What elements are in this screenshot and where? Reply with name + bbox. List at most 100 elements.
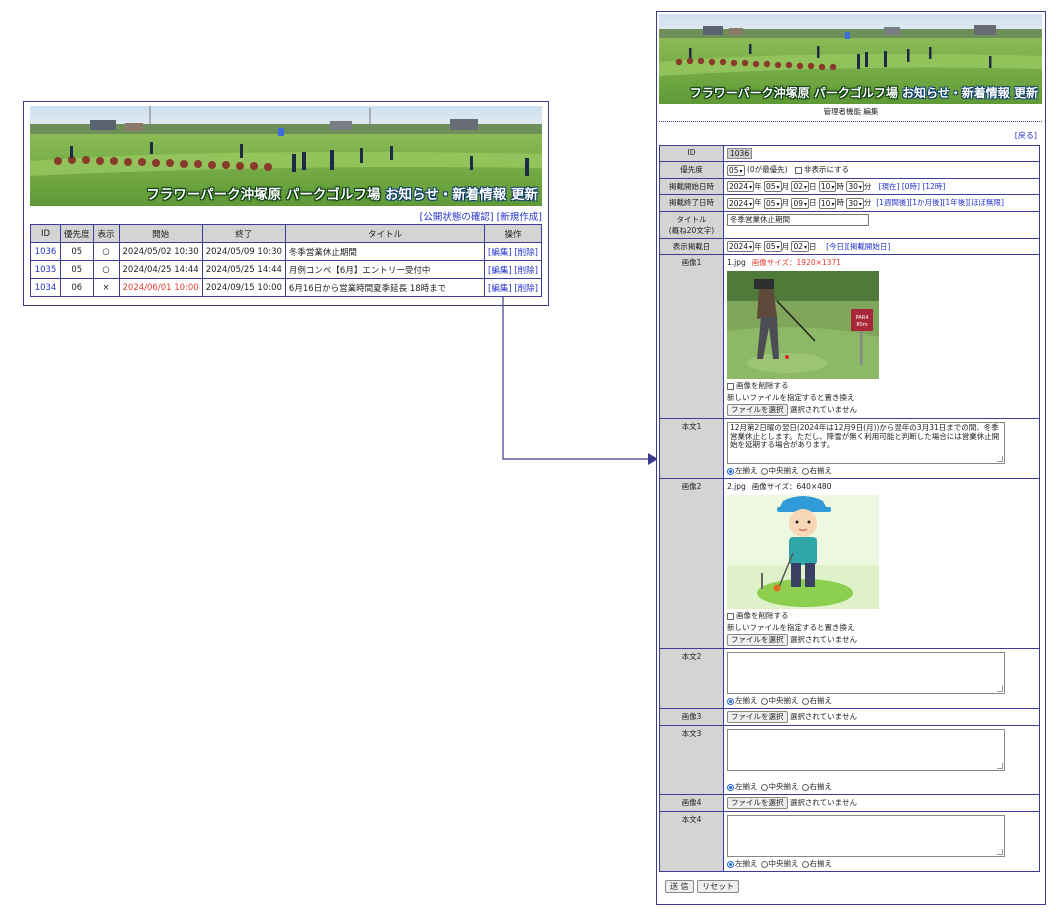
reset-button[interactable]: リセット	[697, 880, 740, 893]
chevron-down-icon: ▾	[739, 167, 743, 175]
back-link[interactable]: [戻る]	[1015, 131, 1037, 140]
start-now-link[interactable]: [現在]	[879, 182, 900, 191]
body1-align-left-radio[interactable]	[727, 467, 734, 475]
row-start: 2024/06/01 10:00	[118, 278, 203, 297]
column-header-priority[interactable]: 優先度	[60, 224, 94, 243]
priority-select[interactable]: 05▾	[727, 164, 745, 176]
align-center-label: 中央揃え	[768, 696, 799, 705]
body1-textarea[interactable]: 12月第2日曜の翌日(2024年は12月9日(月))から翌年の3月31日までの間…	[727, 422, 1005, 464]
end-day-select[interactable]: 09▾	[791, 197, 810, 209]
start-year-select[interactable]: 2024▾	[727, 181, 755, 192]
hide-checkbox[interactable]	[794, 166, 802, 174]
body4-align-left-radio[interactable]	[727, 860, 734, 868]
end-label: 掲載終了日時	[659, 194, 724, 212]
submit-button[interactable]: 送 信	[665, 880, 694, 893]
row-display-status: ○	[92, 242, 120, 261]
end-year-select[interactable]: 2024▾	[727, 197, 755, 209]
image1-file-button[interactable]: ファイルを選択	[727, 404, 788, 416]
row-end: 2024/09/15 10:00	[201, 278, 286, 297]
image3-no-file: 選択されていません	[789, 712, 857, 721]
start-day-select[interactable]: 02▾	[791, 181, 810, 192]
column-header-end[interactable]: 終了	[201, 224, 286, 243]
end-infinite-link[interactable]: [ほぼ無限]	[968, 198, 1004, 207]
row-display-status: ×	[92, 278, 120, 297]
body4-align-right-radio[interactable]	[801, 860, 809, 868]
header-banner: フラワーパーク沖塚原 パークゴルフ場 お知らせ・新着情報 更新	[659, 14, 1042, 104]
display-start-date-link[interactable]: [掲載開始日]	[847, 242, 890, 251]
body1-align-right-radio[interactable]	[801, 467, 809, 475]
column-header-title[interactable]: タイトル	[284, 224, 486, 243]
column-header-display[interactable]: 表示	[92, 224, 120, 243]
start-0h-link[interactable]: [0時]	[902, 182, 920, 191]
end-minute-select[interactable]: 30▾	[846, 197, 864, 209]
row-id-link[interactable]: 1035	[35, 265, 57, 275]
align-right-label: 右揃え	[809, 696, 833, 705]
row-edit-link[interactable]: [編集]	[488, 284, 512, 294]
row-delete-link[interactable]: [削除]	[514, 284, 538, 294]
body3-textarea[interactable]	[727, 729, 1005, 771]
image1-size: 画像サイズ：1920×1371	[751, 258, 841, 267]
unit-minute: 分	[863, 198, 872, 207]
row-edit-link[interactable]: [編集]	[488, 248, 512, 258]
end-1year-link[interactable]: [1年後]	[942, 198, 968, 207]
table-row: 1036 05 ○ 2024/05/02 10:30 2024/05/09 10…	[30, 242, 542, 261]
image3-file-button[interactable]: ファイルを選択	[727, 711, 788, 723]
image2-file-button[interactable]: ファイルを選択	[727, 634, 788, 646]
banner-title-sub: お知らせ・新着情報 更新	[385, 187, 538, 203]
body1-align-center-radio[interactable]	[760, 467, 768, 475]
display-month-select[interactable]: 05▾	[764, 241, 782, 252]
column-header-start[interactable]: 開始	[118, 224, 203, 243]
align-center-label: 中央揃え	[768, 466, 799, 475]
new-entry-link[interactable]: [新規作成]	[497, 212, 542, 223]
start-hour-select[interactable]: 10▾	[818, 181, 837, 192]
body2-align-right-radio[interactable]	[801, 697, 809, 705]
unit-year: 年	[754, 198, 762, 207]
body4-align-center-radio[interactable]	[760, 860, 768, 868]
body2-textarea[interactable]	[727, 652, 1005, 694]
body2-align-left-radio[interactable]	[727, 697, 734, 705]
form-row-end: 掲載終了日時 2024▾ 年 05▾ 月 09▾ 日 10▾ 時 30▾ 分 [1週間後]…	[659, 194, 1040, 212]
display-day-select[interactable]: 02▾	[791, 241, 810, 252]
row-id-link[interactable]: 1034	[35, 283, 57, 293]
row-delete-link[interactable]: [削除]	[514, 266, 538, 276]
body2-align-center-radio[interactable]	[760, 697, 768, 705]
end-month-select[interactable]: 05▾	[764, 197, 782, 209]
row-id-link[interactable]: 1036	[35, 247, 57, 257]
body3-align-left-radio[interactable]	[727, 783, 734, 791]
row-title: 冬季営業休止期間	[284, 242, 486, 261]
unit-month: 月	[781, 181, 790, 191]
image3-label: 画像3	[659, 708, 724, 726]
form-row-priority: 優先度 05▾ (0が最優先) 非表示にする	[659, 161, 1040, 179]
form-row-display-date: 表示掲載日 2024▾ 年 05▾ 月 02▾ 日 [今日][掲載開始日]	[659, 237, 1040, 255]
body4-textarea[interactable]	[727, 815, 1005, 857]
title-input[interactable]: 冬季営業休止期間	[727, 213, 869, 226]
body3-align-center-radio[interactable]	[760, 783, 768, 791]
body3-align-right-radio[interactable]	[801, 783, 809, 791]
unit-day: 日	[809, 181, 817, 191]
list-actions: [公開状態の確認] [新規作成]	[420, 209, 542, 223]
unit-hour: 時	[836, 198, 844, 207]
form-row-body3: 本文3 左揃え 中央揃え 右揃え	[659, 725, 1040, 795]
start-month-select[interactable]: 05▾	[764, 181, 782, 192]
display-year-select[interactable]: 2024▾	[727, 241, 755, 252]
start-12h-link[interactable]: [12時]	[922, 182, 945, 191]
start-minute-select[interactable]: 30▾	[846, 181, 864, 192]
unit-year: 年	[754, 181, 762, 191]
column-header-id[interactable]: ID	[30, 224, 61, 243]
news-edit-window: フラワーパーク沖塚原 パークゴルフ場 お知らせ・新着情報 更新 管理者機能 編集…	[656, 11, 1046, 905]
row-title: 月例コンペ【6月】エントリー受付中	[284, 260, 486, 279]
align-right-label: 右揃え	[809, 782, 833, 791]
end-1week-link[interactable]: [1週間後]	[876, 198, 909, 207]
row-delete-link[interactable]: [削除]	[514, 248, 538, 258]
image2-label: 画像2	[659, 478, 724, 649]
row-edit-link[interactable]: [編集]	[488, 266, 512, 276]
image4-file-button[interactable]: ファイルを選択	[727, 797, 788, 809]
publish-status-link[interactable]: [公開状態の確認]	[420, 212, 494, 223]
news-list-window: フラワーパーク沖塚原 パークゴルフ場 お知らせ・新着情報 更新 [公開状態の確認…	[23, 101, 549, 306]
end-1month-link[interactable]: [1か月後]	[909, 198, 942, 207]
image2-delete-checkbox[interactable]	[727, 612, 734, 620]
row-end: 2024/05/25 14:44	[201, 260, 286, 279]
display-today-link[interactable]: [今日]	[826, 242, 847, 251]
end-hour-select[interactable]: 10▾	[818, 197, 837, 209]
image1-delete-checkbox[interactable]	[727, 382, 734, 390]
